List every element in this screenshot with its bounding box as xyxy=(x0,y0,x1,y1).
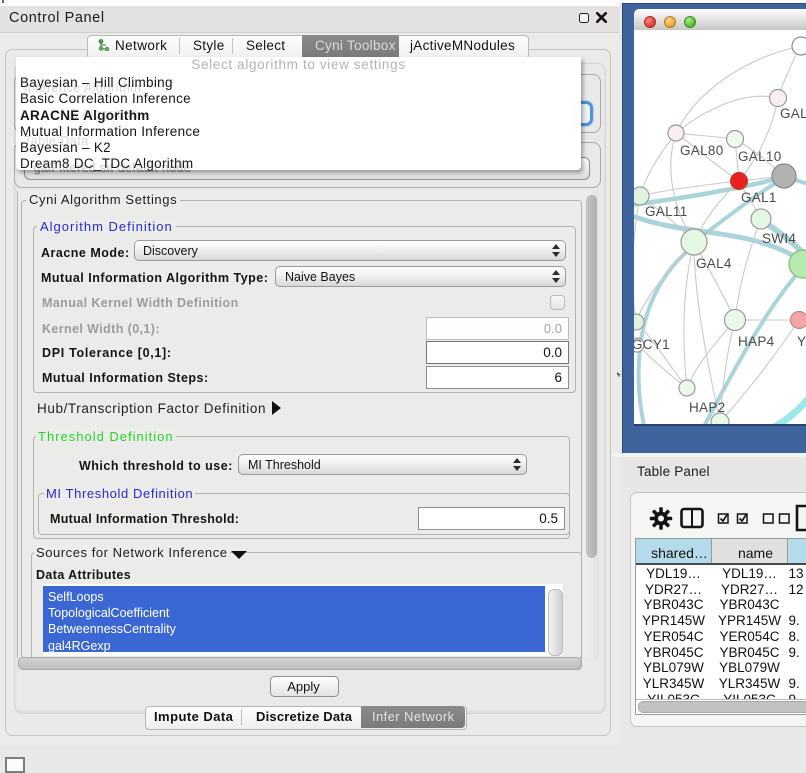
svg-text:HAP4: HAP4 xyxy=(738,334,775,349)
svg-text:GAL10: GAL10 xyxy=(738,149,782,164)
svg-text:GAL1: GAL1 xyxy=(741,190,777,205)
svg-text:GAL80: GAL80 xyxy=(680,143,724,158)
svg-text:Y: Y xyxy=(797,334,806,349)
svg-text:GAL4: GAL4 xyxy=(696,256,732,271)
svg-text:GAL: GAL xyxy=(780,106,806,121)
svg-text:SWI4: SWI4 xyxy=(762,231,796,246)
svg-text:HAP2: HAP2 xyxy=(689,400,725,415)
svg-text:GAL11: GAL11 xyxy=(645,204,688,219)
svg-text:GCY1: GCY1 xyxy=(634,337,670,352)
